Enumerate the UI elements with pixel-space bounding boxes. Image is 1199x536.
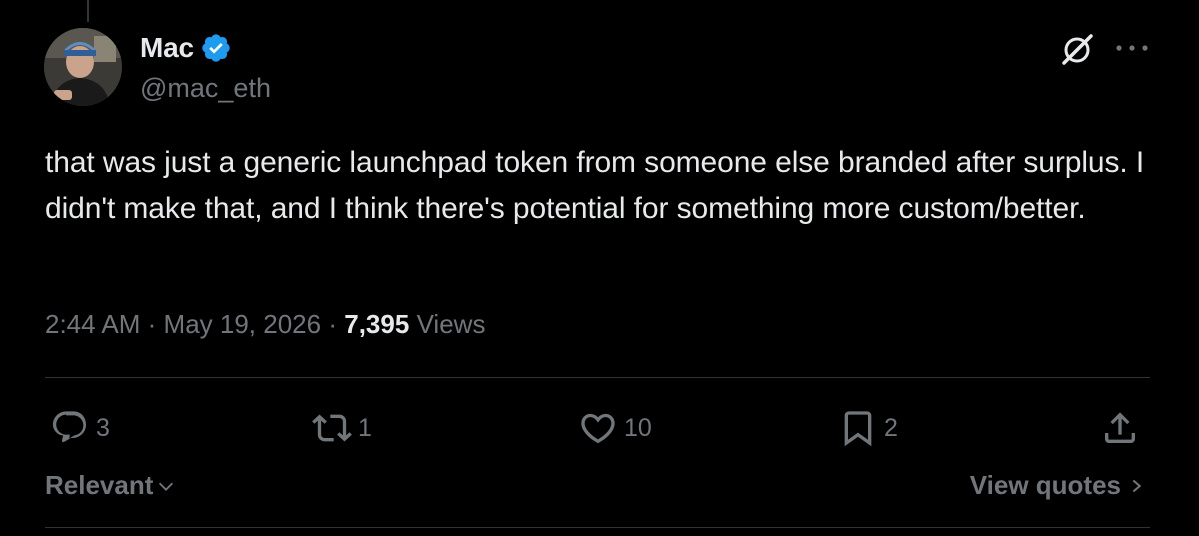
author-name-row[interactable]: Mac [140,32,232,64]
tweet-time[interactable]: 2:44 AM [45,309,140,339]
divider-top [45,377,1150,378]
meta-separator: · [147,309,157,339]
grok-icon[interactable] [1058,30,1096,68]
more-icon[interactable] [1114,42,1150,54]
like-button[interactable]: 10 [578,408,652,448]
verified-badge-icon [202,34,230,62]
views-count[interactable]: 7,395 [344,309,409,339]
reply-icon [52,411,87,443]
views-label: Views [416,309,486,339]
heart-icon [581,413,615,444]
reply-button[interactable]: 3 [50,408,110,448]
reply-count: 3 [96,413,110,442]
retweet-icon [312,414,352,442]
avatar[interactable] [44,28,122,106]
author-name[interactable]: Mac [140,32,194,64]
bookmark-button[interactable]: 2 [838,408,898,448]
author-handle[interactable]: @mac_eth [140,73,271,104]
chevron-right-icon [1132,479,1142,492]
meta-separator: · [328,309,338,339]
bookmark-icon [844,411,872,447]
chevron-down-icon [159,482,174,491]
sort-dropdown[interactable]: Relevant [45,470,177,501]
retweet-count: 1 [358,413,372,442]
tweet-date[interactable]: May 19, 2026 [164,309,322,339]
view-quotes-link[interactable]: View quotes [970,470,1145,501]
bookmark-count: 2 [884,413,898,442]
thread-line [87,0,89,22]
divider-bottom [45,527,1150,528]
tweet-text: that was just a generic launchpad token … [45,146,1145,225]
tweet-meta: 2:44 AM · May 19, 2026 · 7,395 Views [45,309,485,340]
share-button[interactable] [1100,408,1140,448]
view-quotes-label: View quotes [969,470,1121,500]
sort-label: Relevant [45,470,154,500]
share-icon [1105,412,1135,443]
retweet-button[interactable]: 1 [312,408,372,448]
like-count: 10 [624,413,652,442]
